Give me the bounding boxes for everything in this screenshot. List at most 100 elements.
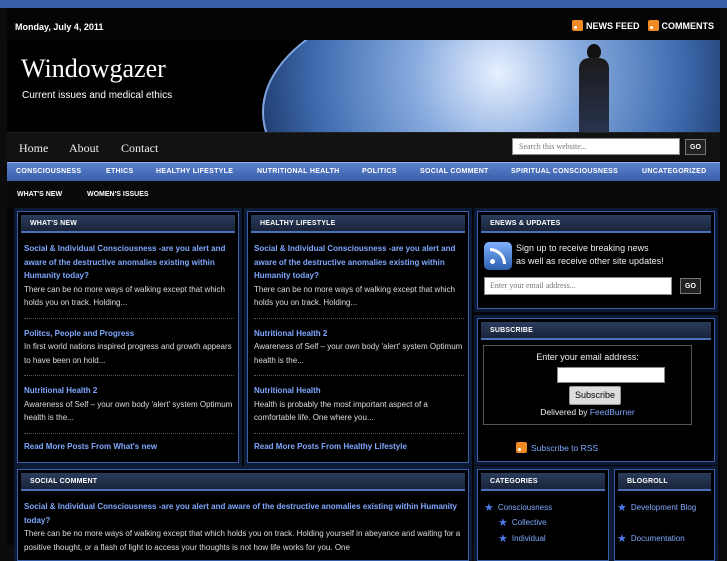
enews-email-input[interactable]: Enter your email address... [484,277,672,295]
category-label: Collective [511,518,547,527]
post-excerpt: There can be no more ways of walking exc… [24,529,461,552]
subscribe-prompt: Enter your email address: [536,352,639,362]
enews-go-button[interactable]: GO [680,278,701,294]
star-icon: ★ [484,502,494,514]
subscribe-rss-link[interactable]: Subscribe to RSS [516,442,598,453]
social-comment-widget: SOCIAL COMMENT Social & Individual Consc… [17,469,469,561]
rss-feed-icon [484,242,512,270]
star-icon: ★ [617,533,627,545]
star-icon: ★ [498,517,508,529]
comments-feed-label: COMMENTS [661,20,715,31]
cat-uncategorized[interactable]: UNCATEGORIZED [642,168,706,175]
site-title[interactable]: Windowgazer [21,54,166,84]
subscribe-widget: SUBSCRIBE Enter your email address: Subs… [477,318,715,462]
post-excerpt: In first world nations inspired progress… [24,342,232,365]
subscribe-button[interactable]: Subscribe [569,386,621,405]
post-excerpt: There can be no more ways of walking exc… [24,284,225,308]
site-description: Current issues and medical ethics [22,90,173,101]
post-excerpt: Awareness of Self – your own body 'alert… [254,342,463,365]
blogroll-link-development-blog[interactable]: ★ Development Blog [617,501,697,514]
divider [254,375,464,376]
subscribe-email-input[interactable] [557,367,665,383]
rss-icon [516,442,527,453]
whats-new-widget: WHAT'S NEW Social & Individual Conscious… [17,211,239,463]
blogroll-label: Development Blog [630,503,697,512]
star-icon: ★ [617,502,627,514]
current-date: Monday, July 4, 2011 [15,22,104,32]
enews-line-2: as well as receive other site updates! [516,256,664,266]
blogroll-widget: BLOGROLL ★ Development Blog ★ Documentatio… [614,469,715,561]
post-title-link[interactable]: Nutritional Health 2 [24,384,234,398]
healthy-lifestyle-widget: HEALTHY LIFESTYLE Social & Individual Co… [247,211,469,463]
category-label: Consciousness [497,503,553,512]
divider [24,317,234,319]
cat-womens-issues[interactable]: WOMEN'S ISSUES [87,191,149,198]
divider [24,375,234,376]
post-excerpt: There can be no more ways of walking exc… [254,284,455,308]
category-label: Individual [511,534,546,543]
earth-image [262,40,720,132]
cat-spiritual-consciousness[interactable]: SPIRITUAL CONSCIOUSNESS [511,168,618,175]
top-bar: Monday, July 4, 2011 NEWS FEED COMMENTS [7,16,720,40]
blogroll-link-documentation[interactable]: ★ Documentation [617,532,685,545]
cat-consciousness[interactable]: CONSCIOUSNESS [16,168,81,175]
post-title-link[interactable]: Nutritional Health [254,384,464,398]
top-strip [0,0,727,8]
widget-title: WHAT'S NEW [30,220,78,227]
widget-title: BLOGROLL [627,478,668,485]
widget-title: HEALTHY LIFESTYLE [260,220,336,227]
person-silhouette [575,42,613,132]
categories-widget: CATEGORIES ★ Consciousness ★ Collective ★ I… [477,469,609,561]
widget-title: SOCIAL COMMENT [30,478,98,485]
blogroll-label: Documentation [630,534,685,543]
post-title-link[interactable]: Politcs, People and Progress [24,327,234,341]
search-go-button[interactable]: GO [685,139,706,155]
post-excerpt: Health is probably the most important as… [254,399,428,423]
page-wrapper: Monday, July 4, 2011 NEWS FEED COMMENTS … [7,8,720,561]
enews-line-1: Sign up to receive breaking news [516,243,649,253]
cat-whats-new[interactable]: WHAT'S NEW [17,191,62,198]
post-excerpt: Awareness of Self – your own body 'alert… [24,399,233,423]
news-feed-label: NEWS FEED [585,20,640,31]
widget-title: SUBSCRIBE [490,327,534,334]
read-more-link[interactable]: Read More Posts From What's new [24,442,234,451]
delivered-by-label: Delivered by [540,407,588,417]
feed-links: NEWS FEED COMMENTS [571,20,715,31]
site-header: Windowgazer Current issues and medical e… [7,40,720,132]
nav-item-contact[interactable]: Contact [121,141,158,156]
category-link-consciousness[interactable]: ★ Consciousness [484,501,552,514]
cat-nutritional-health[interactable]: NUTRITIONAL HEALTH [257,168,340,175]
widget-title: ENEWS & UPDATES [490,220,561,227]
delivered-by: Delivered by FeedBurner [484,407,691,417]
sub-category-nav: WHAT'S NEW WOMEN'S ISSUES [7,181,720,208]
news-feed-link[interactable]: NEWS FEED [571,20,640,31]
post-title-link[interactable]: Social & Individual Consciousness -are y… [24,242,234,283]
cat-politics[interactable]: POLITICS [362,168,397,175]
star-icon: ★ [498,533,508,545]
feedburner-link[interactable]: FeedBurner [590,407,635,417]
subscribe-rss-label: Subscribe to RSS [531,442,599,453]
divider [24,432,234,434]
nav-item-home[interactable]: Home [19,141,48,156]
cat-social-comment[interactable]: SOCIAL COMMENT [420,168,489,175]
category-link-individual[interactable]: ★ Individual [498,532,546,545]
rss-icon [647,20,659,31]
post-title-link[interactable]: Social & Individual Consciousness -are y… [254,242,464,283]
nav-item-about[interactable]: About [69,141,99,156]
post-title-link[interactable]: Social & Individual Consciousness -are y… [24,500,462,527]
widget-title: CATEGORIES [490,478,538,485]
comments-feed-link[interactable]: COMMENTS [647,20,715,31]
search-input[interactable]: Search this website... [512,138,680,155]
category-link-collective[interactable]: ★ Collective [498,516,547,529]
enews-description: Sign up to receive breaking news as well… [516,242,664,268]
cat-healthy-lifestyle[interactable]: HEALTHY LIFESTYLE [156,168,233,175]
feedburner-form: Enter your email address: Subscribe Deli… [483,345,692,425]
category-nav: CONSCIOUSNESS ETHICS HEALTHY LIFESTYLE N… [7,162,720,182]
read-more-link[interactable]: Read More Posts From Healthy Lifestyle [254,442,464,451]
cat-ethics[interactable]: ETHICS [106,168,133,175]
divider [254,432,464,434]
rss-icon [571,20,583,31]
enews-widget: ENEWS & UPDATES Sign up to receive break… [477,211,715,309]
divider [254,317,464,319]
post-title-link[interactable]: Nutritional Health 2 [254,327,464,341]
